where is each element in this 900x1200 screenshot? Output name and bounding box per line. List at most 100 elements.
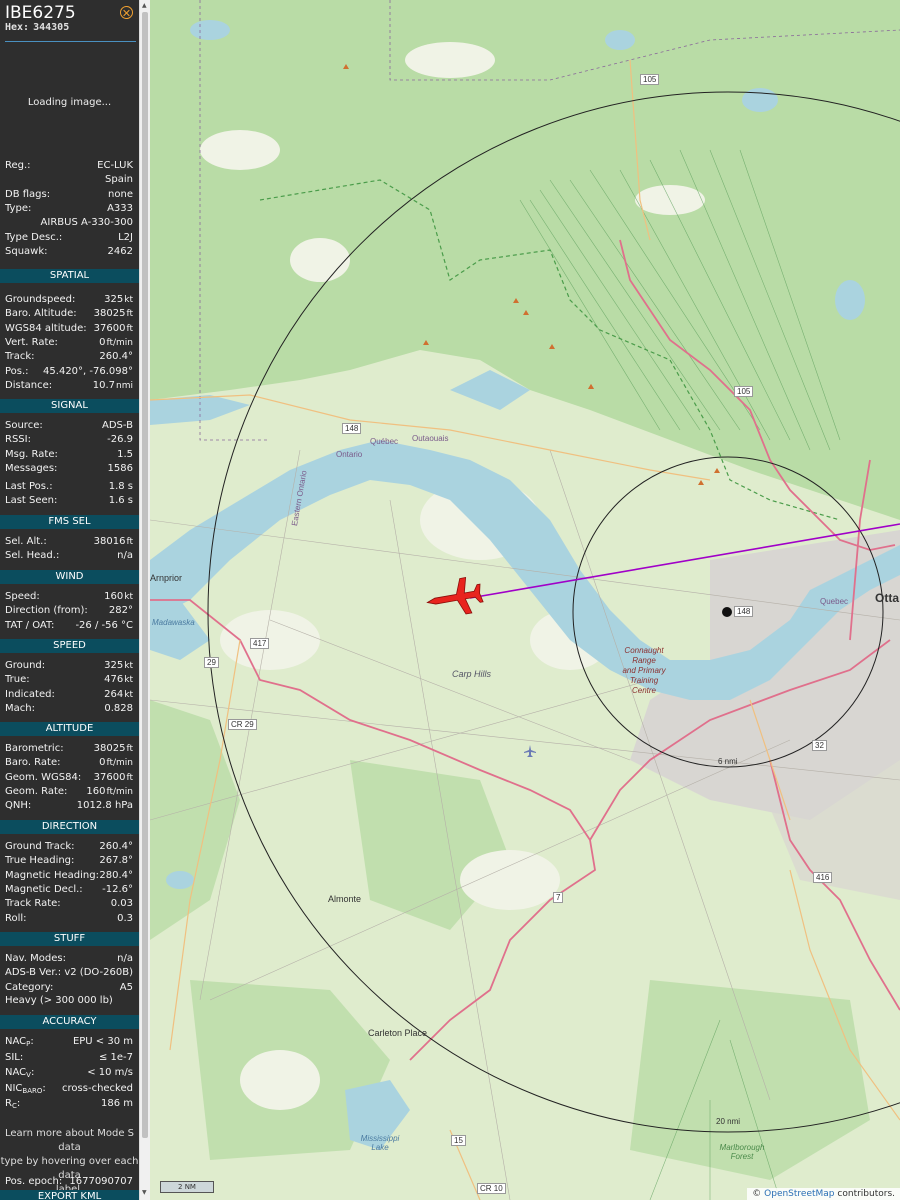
value-number: 1.6 s: [108, 495, 133, 506]
openstreetmap-link[interactable]: OpenStreetMap: [764, 1189, 834, 1199]
value-number: ADS-B: [101, 420, 133, 431]
row-value: n/a: [117, 550, 133, 561]
road-shield: 32: [812, 740, 827, 751]
section-header-fms[interactable]: FMS SEL: [0, 515, 139, 529]
value-unit: kt: [124, 689, 133, 700]
row-label: Baro. Rate:: [5, 757, 61, 769]
row-label: WGS84 altitude:: [5, 322, 87, 334]
row-label: Roll:: [5, 912, 27, 924]
speed-row: Indicated: 264kt: [5, 689, 133, 702]
section-header-accuracy[interactable]: ACCURACY: [0, 1015, 139, 1029]
river-label-madawaska: Madawaska: [152, 618, 195, 627]
row-label: NICBARO:: [5, 1083, 46, 1095]
place-label-connaught: Connaught Range and Primary Training Cen…: [616, 646, 672, 696]
speed-row: Mach: 0.828: [5, 703, 133, 716]
section-header-speed[interactable]: SPEED: [0, 639, 139, 653]
direction-row: Magnetic Decl.: -12.6°: [5, 884, 133, 897]
info-row: DB flags: none: [5, 189, 133, 202]
value-number: 37600: [93, 322, 126, 334]
value-number: L2J: [118, 231, 133, 243]
section-header-spatial[interactable]: SPATIAL: [0, 269, 139, 283]
row-value: 45.420°, -76.098°: [43, 366, 133, 377]
row-label: TAT / OAT:: [5, 619, 55, 631]
value-number: 264: [104, 688, 124, 700]
map-view[interactable]: Arnprior Almonte Carleton Place Carp Hil…: [149, 0, 900, 1200]
row-value: AIRBUS A-330-300: [41, 217, 133, 228]
value-number: 1586: [107, 462, 133, 474]
label-base: SIL:: [5, 1051, 24, 1063]
row-value: 0.3: [117, 913, 133, 924]
row-label: Baro. Altitude:: [5, 308, 77, 320]
section-header-signal[interactable]: SIGNAL: [0, 399, 139, 413]
section-header-altitude[interactable]: ALTITUDE: [0, 722, 139, 736]
row-value: 2462: [108, 246, 133, 257]
value-number: 0: [99, 336, 106, 348]
road-shield: 416: [813, 872, 833, 883]
label-subscript: BARO: [22, 1086, 43, 1095]
map-canvas[interactable]: [149, 0, 900, 1200]
row-value: L2J: [118, 232, 133, 243]
aircraft-photo-placeholder: Loading image...: [27, 97, 112, 108]
section-header-export-kml[interactable]: EXPORT KML: [0, 1190, 139, 1200]
value-number: 38016: [93, 536, 126, 547]
scroll-down-arrow-icon[interactable]: ▼: [142, 1189, 147, 1196]
close-icon[interactable]: ✕: [120, 6, 133, 20]
attribution-suffix: contributors.: [837, 1189, 895, 1199]
value-number: 282°: [108, 605, 133, 617]
row-value: 264kt: [104, 689, 133, 700]
value-number: A5: [119, 981, 133, 993]
map-scale-bar: 2 NM: [160, 1181, 214, 1193]
value-number: EPU < 30 m: [72, 1036, 133, 1047]
row-label: RC:: [5, 1098, 20, 1110]
row-value: < 10 m/s: [87, 1067, 133, 1078]
row-value: 1.5: [117, 449, 133, 460]
section-header-direction[interactable]: DIRECTION: [0, 820, 139, 834]
value-number: n/a: [117, 953, 133, 964]
row-label: Track Rate:: [5, 898, 61, 910]
row-label: ADS-B Ver.:: [5, 967, 62, 979]
row-label: Source:: [5, 420, 43, 431]
row-label: Nav. Modes:: [5, 953, 66, 964]
row-value: 1.6 s: [109, 495, 133, 506]
row-label: Mach:: [5, 702, 35, 714]
value-unit: ft: [126, 537, 133, 547]
row-label: Ground Track:: [5, 841, 75, 852]
direction-row: Track Rate: 0.03: [5, 898, 133, 911]
road-shield: CR 29: [228, 719, 257, 730]
row-label: Reg.:: [5, 160, 31, 171]
value-unit: ft: [126, 309, 133, 320]
signal-row: Messages: 1586: [5, 463, 133, 476]
label-tail: :: [30, 1036, 34, 1047]
wind-row: TAT / OAT: -26 / -56 °C: [5, 620, 133, 633]
section-header-wind[interactable]: WIND: [0, 570, 139, 584]
row-value: ≤ 1e-7: [99, 1052, 133, 1063]
value-number: 45.420°, -76.098°: [43, 365, 133, 377]
row-label: Msg. Rate:: [5, 448, 58, 460]
sidebar-scrollbar[interactable]: ▲ ▼: [139, 0, 150, 1200]
spatial-row: Distance: 10.7nmi: [5, 380, 133, 393]
info-row: Squawk: 2462: [5, 246, 133, 259]
spatial-row: WGS84 altitude: 37600ft: [5, 323, 133, 336]
row-label: True:: [5, 674, 30, 686]
scroll-up-arrow-icon[interactable]: ▲: [142, 2, 147, 9]
signal-row: RSSI: -26.9: [5, 434, 133, 447]
value-unit: kt: [124, 295, 133, 305]
lake-label-mississippi: Mississippi Lake: [360, 1134, 400, 1152]
row-label: Vert. Rate:: [5, 336, 58, 348]
row-value: -26.9: [107, 434, 133, 445]
value-unit: ft: [126, 772, 133, 783]
direction-row: Magnetic Heading: 280.4°: [5, 870, 133, 883]
scrollbar-thumb[interactable]: [142, 12, 148, 1138]
value-number: cross-checked: [62, 1082, 133, 1094]
row-label: Magnetic Decl.:: [5, 883, 83, 895]
spatial-row: Vert. Rate: 0ft/min: [5, 337, 133, 350]
connaught-line: Connaught: [624, 646, 664, 655]
altitude-row: Baro. Rate: 0ft/min: [5, 757, 133, 770]
value-number: 1012.8 hPa: [76, 800, 133, 812]
road-shield: 29: [204, 657, 219, 668]
stuff-row: ADS-B Ver.: v2 (DO-260B): [5, 967, 133, 980]
section-header-stuff[interactable]: STUFF: [0, 932, 139, 946]
row-label: Track:: [5, 351, 35, 363]
row-value: 160kt: [104, 591, 133, 602]
road-shield: 7: [553, 892, 564, 903]
